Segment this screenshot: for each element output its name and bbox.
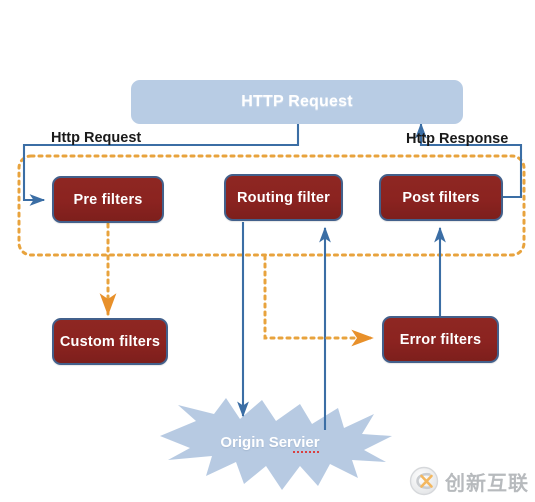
post-filters-label: Post filters xyxy=(402,189,480,206)
connector-chain-to-error xyxy=(263,254,374,347)
http-request-flow-label: Http Request xyxy=(51,130,142,146)
watermark: 创新互联 xyxy=(409,466,529,496)
connector-layer xyxy=(17,122,526,490)
origin-server-label-misspelled: vier xyxy=(292,434,320,453)
http-request-box-label: HTTP Request xyxy=(241,93,353,110)
origin-server-label-main: Origin Ser xyxy=(220,434,293,451)
routing-filter-box[interactable]: Routing filter xyxy=(224,174,343,221)
post-filters-box[interactable]: Post filters xyxy=(379,174,503,221)
custom-filters-box[interactable]: Custom filters xyxy=(52,318,168,365)
error-filters-label: Error filters xyxy=(399,331,482,348)
diagram-canvas: HTTP Request Http Request Http Response … xyxy=(0,0,535,502)
pre-filters-box[interactable]: Pre filters xyxy=(52,176,164,223)
http-response-flow-label: Http Response xyxy=(406,131,509,147)
pre-filters-label: Pre filters xyxy=(73,191,143,208)
custom-filters-label: Custom filters xyxy=(59,333,161,350)
error-filters-box[interactable]: Error filters xyxy=(382,316,499,363)
watermark-text: 创新互联 xyxy=(445,470,529,495)
routing-filter-label: Routing filter xyxy=(236,189,330,206)
circle-logo-icon xyxy=(409,466,439,496)
http-request-box[interactable]: HTTP Request xyxy=(131,80,463,124)
origin-server-label: Origin Servier xyxy=(150,434,390,453)
